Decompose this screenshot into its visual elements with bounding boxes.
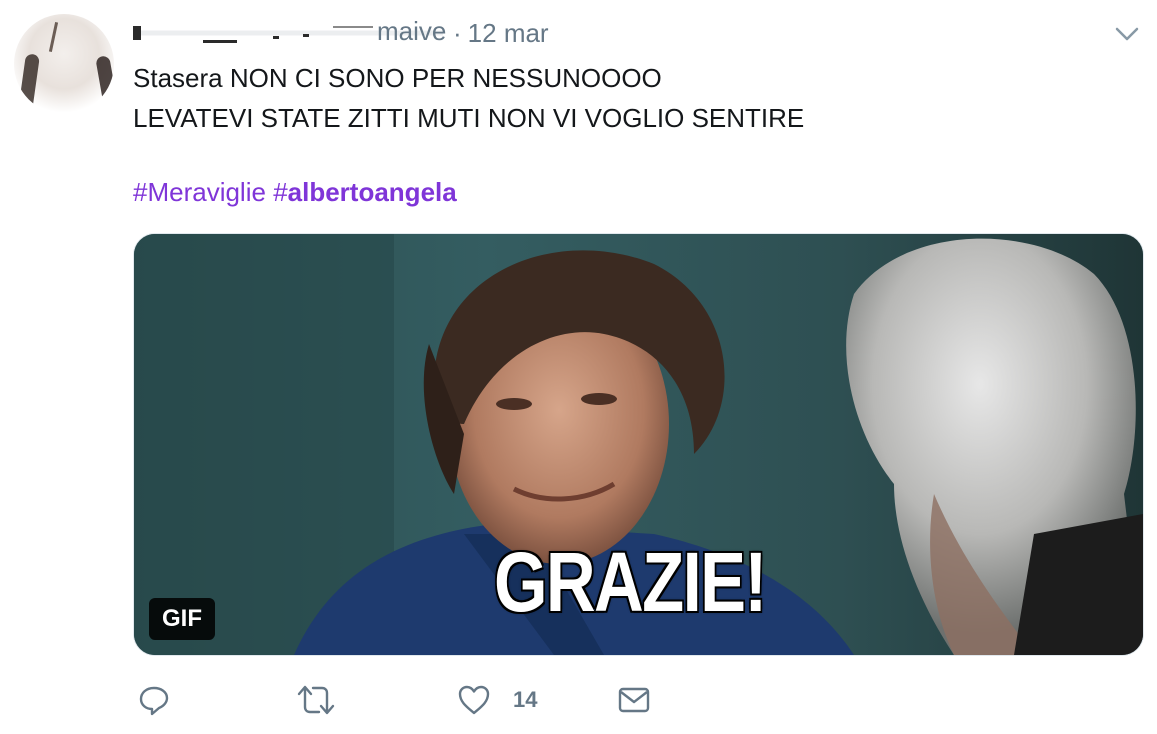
gif-badge: GIF bbox=[149, 598, 215, 640]
tweet-date[interactable]: 12 mar bbox=[468, 18, 549, 49]
hashtag-meraviglie[interactable]: #Meraviglie bbox=[133, 177, 266, 207]
direct-message-button[interactable] bbox=[617, 680, 651, 720]
tweet-text-line2: LEVATEVI STATE ZITTI MUTI NON VI VOGLIO … bbox=[133, 103, 805, 133]
handle-partial[interactable]: maive bbox=[377, 16, 446, 47]
hashtag-albertoangela[interactable]: #albertoangela bbox=[273, 177, 457, 207]
reply-icon bbox=[139, 686, 169, 716]
tweet-text: Stasera NON CI SONO PER NESSUNOOOO LEVATE… bbox=[133, 58, 804, 138]
like-count: 14 bbox=[513, 687, 538, 712]
like-icon bbox=[458, 685, 490, 715]
hashtags: #Meraviglie #albertoangela bbox=[133, 172, 457, 212]
chevron-down-icon[interactable] bbox=[1114, 24, 1140, 44]
gif-caption: GRAZIE! bbox=[494, 535, 767, 629]
separator: · bbox=[453, 17, 462, 48]
hashtag-symbol: # bbox=[273, 177, 288, 207]
reply-button[interactable] bbox=[137, 680, 171, 720]
retweet-icon bbox=[297, 685, 335, 715]
avatar[interactable] bbox=[14, 14, 114, 114]
retweet-button[interactable] bbox=[297, 680, 335, 720]
redacted-user-name[interactable]: maive bbox=[133, 16, 446, 46]
tweet-header: maive · 12 mar bbox=[133, 16, 549, 50]
gif-media[interactable]: GRAZIE! GIF bbox=[133, 233, 1144, 656]
like-button[interactable]: 14 bbox=[457, 680, 537, 720]
tweet[interactable]: maive · 12 mar Stasera NON CI SONO PER N… bbox=[0, 0, 1157, 734]
tweet-text-line1: Stasera NON CI SONO PER NESSUNOOOO bbox=[133, 63, 662, 93]
envelope-icon bbox=[618, 687, 650, 713]
tweet-actions: 14 bbox=[133, 680, 693, 720]
hashtag-albertoangela-text: albertoangela bbox=[287, 177, 457, 207]
